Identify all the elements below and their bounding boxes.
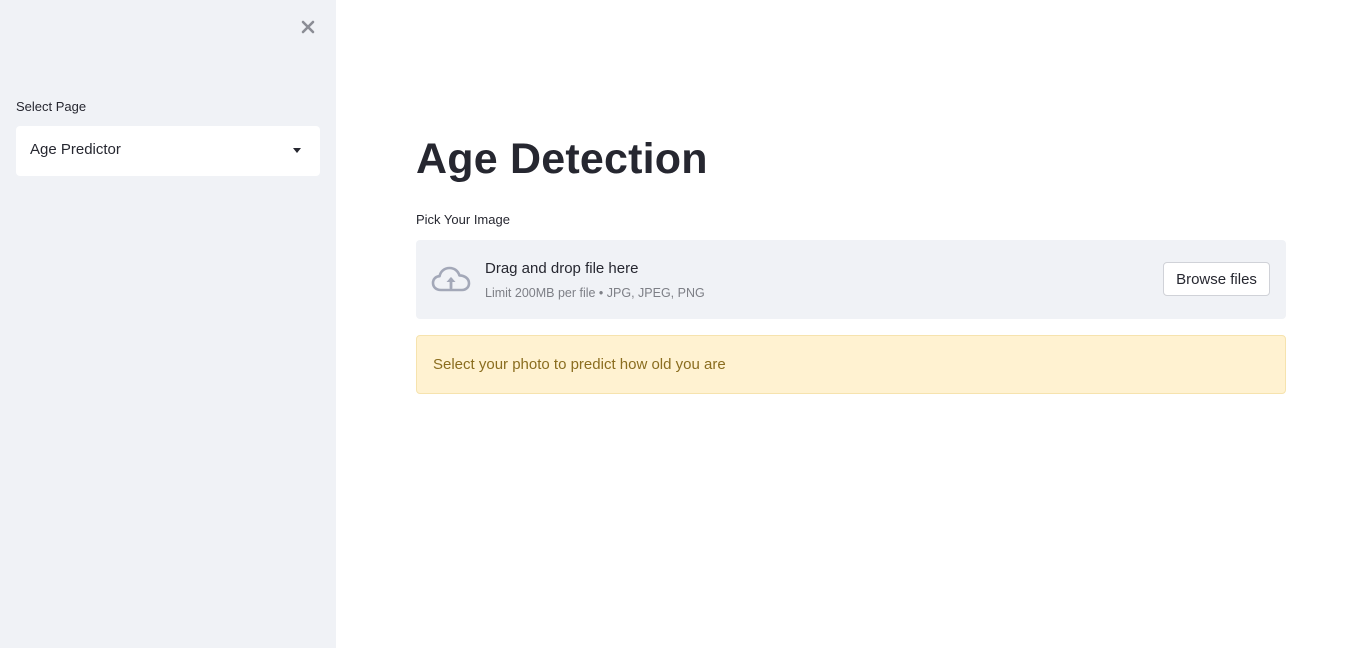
app-root: Select Page Age Predictor Age Detection … xyxy=(0,0,1366,648)
browse-files-button[interactable]: Browse files xyxy=(1163,262,1270,296)
uploader-label: Pick Your Image xyxy=(416,212,510,227)
sidebar: Select Page Age Predictor xyxy=(0,0,336,648)
warning-alert: Select your photo to predict how old you… xyxy=(416,335,1286,394)
drop-limit-text: Limit 200MB per file • JPG, JPEG, PNG xyxy=(485,286,705,300)
page-title: Age Detection xyxy=(416,135,708,183)
close-sidebar-button[interactable] xyxy=(296,14,320,40)
alert-text: Select your photo to predict how old you… xyxy=(433,356,726,373)
drop-title: Drag and drop file here xyxy=(485,260,639,277)
cloud-upload-icon xyxy=(431,266,471,292)
file-dropzone[interactable]: Drag and drop file here Limit 200MB per … xyxy=(416,240,1286,319)
page-select[interactable]: Age Predictor xyxy=(16,126,320,176)
select-page-label: Select Page xyxy=(16,99,87,114)
main-content: Age Detection Pick Your Image Drag and d… xyxy=(336,0,1366,648)
close-icon xyxy=(301,20,315,34)
chevron-down-icon xyxy=(293,148,301,153)
page-select-value: Age Predictor xyxy=(30,141,121,158)
